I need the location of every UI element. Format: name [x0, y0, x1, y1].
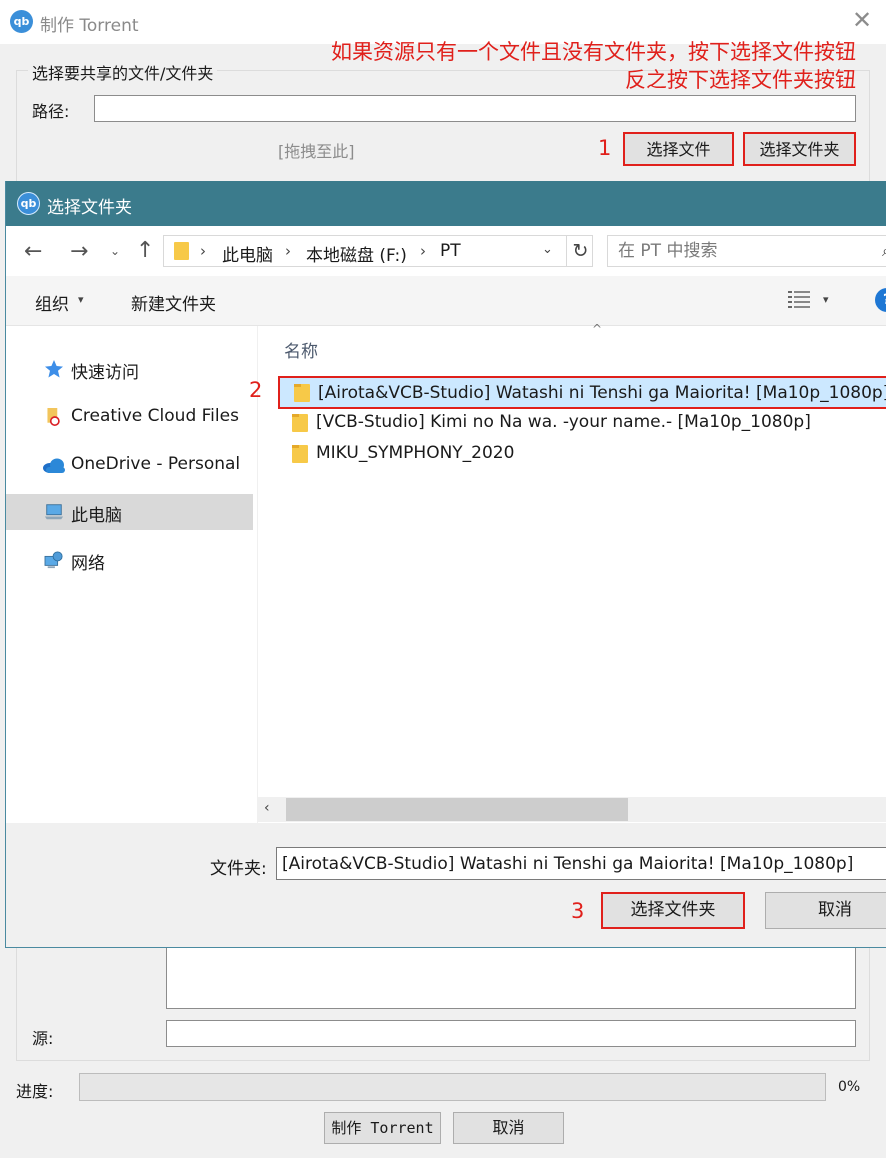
sidebar-item-this-pc[interactable]: 此电脑	[6, 494, 253, 530]
search-icon[interactable]: ⌕	[882, 241, 886, 261]
search-input[interactable]	[618, 240, 868, 262]
share-group-legend: 选择要共享的文件/文件夹	[28, 60, 218, 84]
list-item-name: [VCB-Studio] Kimi no Na wa. -your name.-…	[316, 412, 811, 432]
select-file-button[interactable]: 选择文件	[623, 132, 734, 166]
folder-name-input[interactable]	[276, 847, 886, 880]
horizontal-scrollbar[interactable]: ‹	[258, 797, 886, 822]
folder-icon	[294, 384, 310, 402]
network-icon	[44, 551, 63, 569]
dialog-titlebar: qb 选择文件夹	[6, 181, 886, 226]
sidebar-item-label: Creative Cloud Files	[71, 406, 239, 426]
organize-menu[interactable]: 组织	[35, 290, 69, 315]
computer-icon	[44, 504, 64, 520]
folder-label: 文件夹:	[210, 859, 267, 879]
folder-icon	[292, 414, 308, 432]
navigation-bar: ← → ⌄ ↑ › 此电脑 › 本地磁盘 (F:) › PT ⌄ ↻ ⌕	[6, 226, 886, 276]
refresh-icon[interactable]: ↻	[566, 236, 594, 266]
view-details-icon[interactable]	[788, 290, 810, 308]
chevron-right-icon[interactable]: ›	[285, 242, 291, 260]
sidebar-item-quick-access[interactable]: 快速访问	[6, 351, 253, 387]
drop-hint: [拖拽至此]	[278, 142, 355, 161]
annotation-line-1: 如果资源只有一个文件且没有文件夹，按下选择文件按钮	[331, 40, 856, 64]
path-label: 路径:	[32, 102, 70, 121]
list-item-name: [Airota&VCB-Studio] Watashi ni Tenshi ga…	[318, 383, 886, 403]
list-item[interactable]: MIKU_SYMPHONY_2020	[278, 439, 886, 469]
scrollbar-thumb[interactable]	[286, 798, 628, 821]
chevron-right-icon[interactable]: ›	[200, 242, 206, 260]
recent-locations-icon[interactable]: ⌄	[110, 244, 120, 258]
sidebar-item-label: 网络	[71, 554, 105, 574]
qbittorrent-logo-icon: qb	[10, 10, 33, 33]
close-icon[interactable]: ✕	[852, 8, 872, 32]
source-label: 源:	[32, 1029, 54, 1048]
folder-icon	[174, 242, 189, 260]
scroll-left-icon[interactable]: ‹	[264, 800, 270, 816]
path-input[interactable]	[94, 95, 856, 122]
command-bar: 组织 ▾ 新建文件夹 ▾ ?	[6, 276, 886, 326]
caret-down-icon[interactable]: ▾	[78, 293, 84, 306]
create-torrent-button[interactable]: 制作 Torrent	[324, 1112, 441, 1144]
dialog-title: 选择文件夹	[47, 198, 132, 218]
folder-picker-dialog: qb 选择文件夹 ← → ⌄ ↑ › 此电脑 › 本地磁盘 (F:) › PT …	[5, 181, 886, 948]
caret-down-icon[interactable]: ▾	[823, 293, 829, 306]
breadcrumb-this-pc[interactable]: 此电脑	[222, 241, 273, 266]
chevron-right-icon[interactable]: ›	[420, 242, 426, 260]
select-folder-button[interactable]: 选择文件夹	[743, 132, 856, 166]
source-input[interactable]	[166, 1020, 856, 1047]
chevron-down-icon[interactable]: ⌄	[542, 242, 553, 257]
sidebar-item-label: 此电脑	[71, 506, 122, 526]
annotation-line-2: 反之按下选择文件夹按钮	[625, 68, 856, 92]
progress-label: 进度:	[16, 1082, 54, 1101]
progress-bar	[79, 1073, 826, 1101]
progress-value: 0%	[838, 1079, 861, 1095]
address-bar[interactable]: › 此电脑 › 本地磁盘 (F:) › PT ⌄ ↻	[163, 235, 593, 267]
list-item-name: MIKU_SYMPHONY_2020	[316, 443, 515, 463]
dialog-footer	[6, 823, 886, 947]
list-item[interactable]: [VCB-Studio] Kimi no Na wa. -your name.-…	[278, 408, 886, 438]
dialog-cancel-button[interactable]: 取消	[765, 892, 886, 929]
breadcrumb-local-disk[interactable]: 本地磁盘 (F:)	[306, 241, 407, 266]
help-icon[interactable]: ?	[875, 288, 886, 312]
column-header-name[interactable]: 名称	[284, 337, 318, 362]
step-1-marker: 1	[598, 136, 612, 160]
new-folder-button[interactable]: 新建文件夹	[131, 290, 216, 315]
sidebar-item-onedrive[interactable]: OneDrive - Personal	[6, 447, 253, 483]
creative-cloud-folder-icon	[47, 408, 60, 426]
forward-arrow-icon[interactable]: →	[70, 241, 88, 263]
back-arrow-icon[interactable]: ←	[24, 241, 42, 263]
star-icon	[45, 360, 63, 378]
confirm-select-folder-button[interactable]: 选择文件夹	[601, 892, 745, 929]
up-arrow-icon[interactable]: ↑	[136, 240, 154, 262]
list-item[interactable]: [Airota&VCB-Studio] Watashi ni Tenshi ga…	[278, 376, 886, 409]
sidebar-item-network[interactable]: 网络	[6, 542, 253, 578]
torrent-cancel-button[interactable]: 取消	[453, 1112, 564, 1144]
breadcrumb-pt[interactable]: PT	[440, 241, 461, 261]
step-3-marker: 3	[571, 899, 585, 923]
sidebar-item-label: 快速访问	[71, 363, 139, 383]
search-box[interactable]: ⌕	[607, 235, 886, 267]
torrent-window-title: 制作 Torrent	[40, 16, 139, 36]
folder-icon	[292, 445, 308, 463]
sidebar-item-label: OneDrive - Personal	[71, 454, 241, 474]
sort-ascending-icon: ^	[592, 322, 603, 336]
sidebar-item-creative-cloud[interactable]: Creative Cloud Files	[6, 399, 253, 435]
cloud-icon	[43, 458, 65, 473]
step-2-marker: 2	[249, 378, 263, 402]
qbittorrent-logo-icon: qb	[17, 192, 40, 215]
trackers-textarea[interactable]	[166, 945, 856, 1009]
